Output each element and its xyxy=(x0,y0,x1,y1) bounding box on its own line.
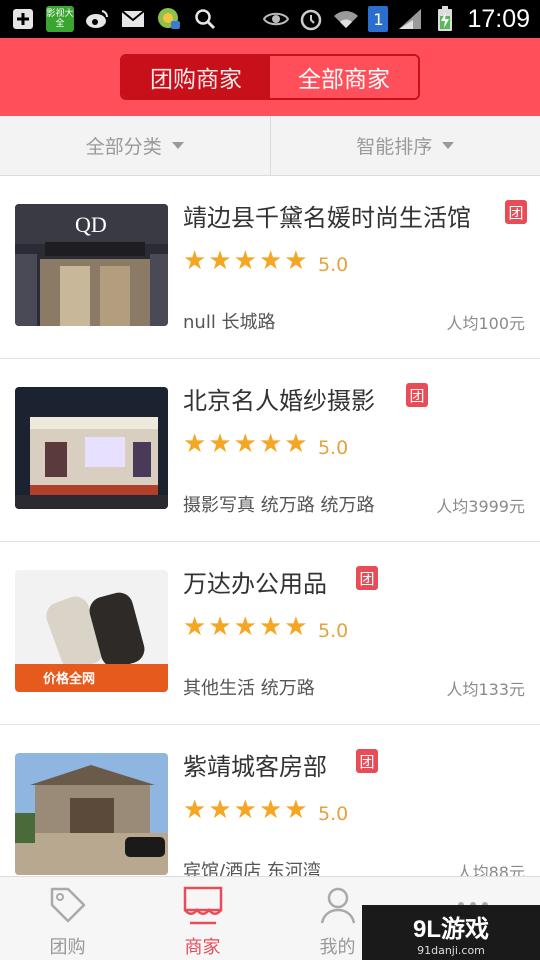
watermark-url: 91danji.com xyxy=(417,943,485,957)
user-icon xyxy=(318,885,358,929)
nav-tab-label: 商家 xyxy=(184,937,221,958)
star-rating: ★ ★ ★ ★ ★ xyxy=(183,431,308,457)
video-app-icon: 影视大全 xyxy=(46,6,74,32)
merchant-name: 万达办公用品 xyxy=(183,570,327,598)
star-icon: ★ xyxy=(258,429,283,459)
tab-all-merchants[interactable]: 全部商家 xyxy=(270,56,418,98)
sort-filter-label: 智能排序 xyxy=(356,136,433,158)
wifi-icon xyxy=(333,6,359,32)
average-price: 人均133元 xyxy=(446,680,525,699)
caret-down-icon xyxy=(171,142,184,149)
group-buy-badge: 团 xyxy=(356,566,378,590)
merchant-category-location: null 长城路 xyxy=(183,312,276,333)
weibo-icon xyxy=(84,6,110,32)
group-buy-badge: 团 xyxy=(406,383,428,407)
star-icon: ★ xyxy=(208,795,232,825)
merchant-category-location: 宾馆/酒店 东河湾 xyxy=(183,861,321,876)
star-icon: ★ xyxy=(284,429,308,459)
plus-icon xyxy=(10,6,36,32)
sim-icon: 1 xyxy=(368,6,389,32)
merchant-name: 北京名人婚纱摄影 xyxy=(183,387,375,415)
mail-icon xyxy=(120,6,146,32)
average-price: 人均100元 xyxy=(446,314,525,333)
watermark-title: 9L游戏 xyxy=(412,915,489,943)
star-icon: ★ xyxy=(208,612,232,642)
star-icon: ★ xyxy=(183,246,207,276)
rating-score: 5.0 xyxy=(318,620,349,642)
star-icon: ★ xyxy=(208,429,232,459)
group-buy-badge: 团 xyxy=(356,749,378,773)
star-icon: ★ xyxy=(183,795,207,825)
merchant-photo: 价格全网 xyxy=(15,570,168,692)
merchant-item[interactable]: 价格全网 万达办公用品 团 ★ ★ ★ ★ ★ 5.0 其他生活 统万路 人均1… xyxy=(0,542,540,725)
caret-down-icon xyxy=(442,142,455,149)
tab-group-buy-merchants[interactable]: 团购商家 xyxy=(122,56,270,98)
nav-tab-label: 团购 xyxy=(49,937,86,958)
star-icon: ★ xyxy=(258,612,283,642)
signal-icon xyxy=(397,6,423,32)
category-filter-label: 全部分类 xyxy=(85,136,162,158)
merchant-item[interactable]: 北京名人婚纱摄影 团 ★ ★ ★ ★ ★ 5.0 摄影写真 统万路 统万路 人均… xyxy=(0,359,540,542)
star-icon: ★ xyxy=(233,429,257,459)
category-filter[interactable]: 全部分类 xyxy=(0,116,270,175)
site-watermark: 9L游戏 91danji.com xyxy=(362,905,540,960)
nav-tab-label: 我的 xyxy=(319,937,356,958)
merchant-photo xyxy=(15,753,168,875)
rating-score: 5.0 xyxy=(318,437,349,459)
star-icon: ★ xyxy=(284,246,308,276)
nav-tab-group-buy[interactable]: 团购 xyxy=(0,877,135,960)
merchant-photo: QD xyxy=(15,204,168,326)
star-icon: ★ xyxy=(208,246,232,276)
star-rating: ★ ★ ★ ★ ★ xyxy=(183,248,308,274)
average-price: 人均88元 xyxy=(456,863,525,876)
star-rating: ★ ★ ★ ★ ★ xyxy=(183,797,308,823)
star-icon: ★ xyxy=(183,429,207,459)
star-icon: ★ xyxy=(258,795,283,825)
tag-icon xyxy=(48,885,88,929)
star-rating: ★ ★ ★ ★ ★ xyxy=(183,614,308,640)
star-icon: ★ xyxy=(233,795,257,825)
sort-filter[interactable]: 智能排序 xyxy=(269,116,540,175)
star-icon: ★ xyxy=(233,246,257,276)
battery-charging-icon xyxy=(432,6,458,32)
merchant-type-switch: 团购商家 全部商家 xyxy=(120,54,420,100)
thumb-caption: 价格全网 xyxy=(43,671,95,687)
merchant-item[interactable]: 紫靖城客房部 团 ★ ★ ★ ★ ★ 5.0 宾馆/酒店 东河湾 人均88元 xyxy=(0,725,540,876)
header-bar: 团购商家 全部商家 xyxy=(0,38,540,116)
merchant-photo xyxy=(15,387,168,509)
alarm-icon xyxy=(298,6,324,32)
star-icon: ★ xyxy=(258,246,283,276)
nav-tab-merchants[interactable]: 商家 xyxy=(135,877,270,960)
storefront-icon xyxy=(182,885,224,929)
search-icon xyxy=(192,6,218,32)
status-bar: 影视大全 1 17:09 xyxy=(0,0,540,38)
merchant-name: 紫靖城客房部 xyxy=(183,753,327,781)
star-icon: ★ xyxy=(284,795,308,825)
filter-bar: 全部分类 智能排序 xyxy=(0,116,540,176)
rating-score: 5.0 xyxy=(318,803,349,825)
group-buy-badge: 团 xyxy=(505,200,527,224)
merchant-item[interactable]: QD 靖边县千黛名媛时尚生活馆 团 ★ ★ ★ ★ ★ 5.0 null 长城路… xyxy=(0,176,540,359)
star-icon: ★ xyxy=(233,612,257,642)
rating-score: 5.0 xyxy=(318,254,349,276)
merchant-name: 靖边县千黛名媛时尚生活馆 xyxy=(183,204,471,232)
average-price: 人均3999元 xyxy=(436,497,525,516)
eye-icon xyxy=(263,6,290,32)
merchant-list: QD 靖边县千黛名媛时尚生活馆 团 ★ ★ ★ ★ ★ 5.0 null 长城路… xyxy=(0,176,540,876)
star-icon: ★ xyxy=(183,612,207,642)
clock-time: 17:09 xyxy=(467,4,530,33)
merchant-category-location: 其他生活 统万路 xyxy=(183,678,315,699)
chat-icon xyxy=(156,6,182,32)
thumb-caption: QD xyxy=(75,212,107,237)
star-icon: ★ xyxy=(284,612,308,642)
merchant-category-location: 摄影写真 统万路 统万路 xyxy=(183,495,375,516)
